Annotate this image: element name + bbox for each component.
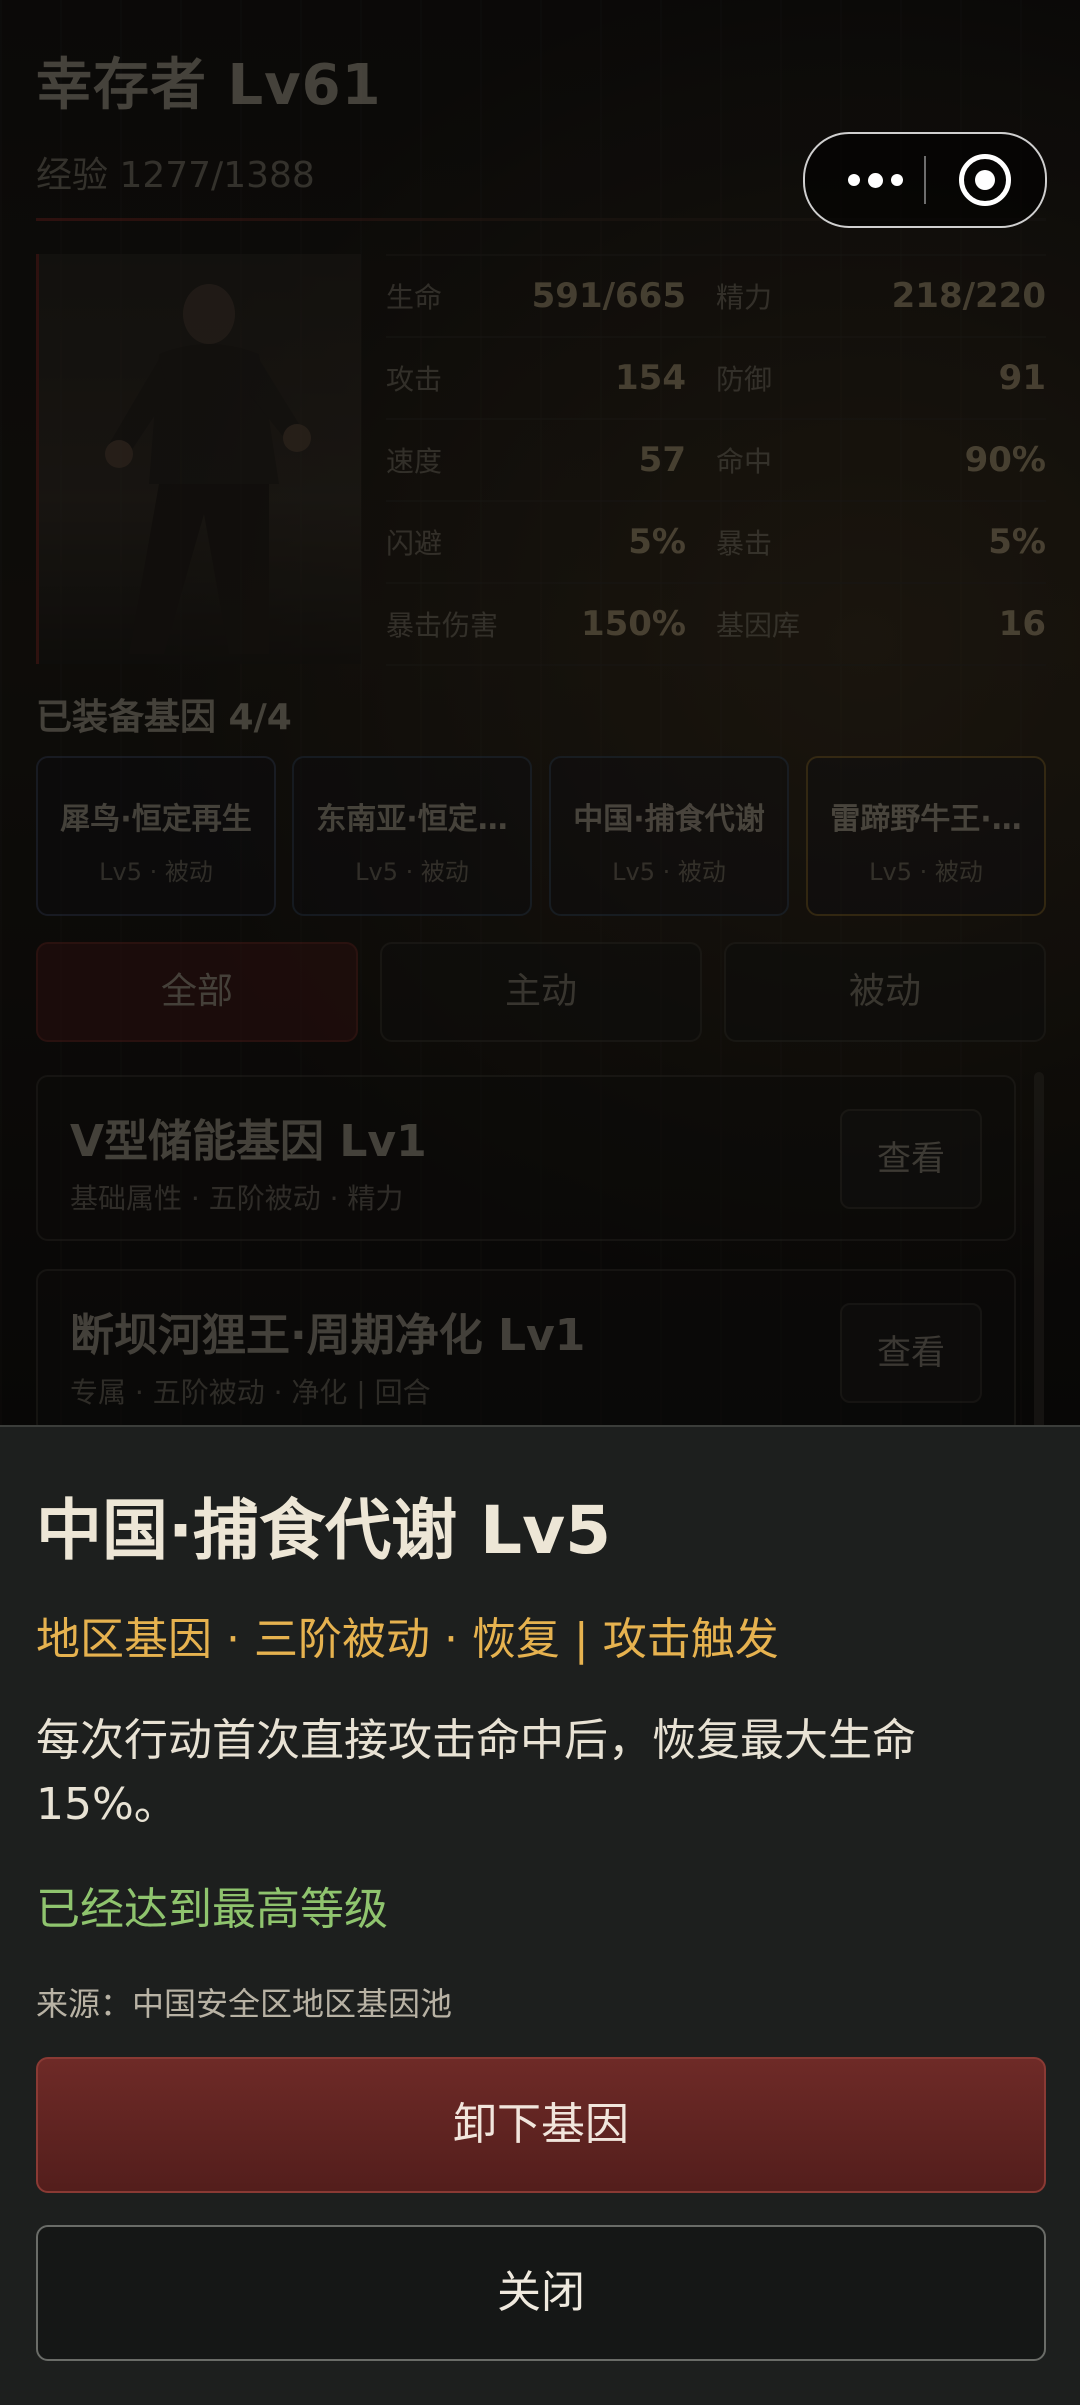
max-level-text: 已经达到最高等级 [36,1884,388,1935]
close-button[interactable]: 关闭 [36,2225,1046,2361]
unload-gene-button[interactable]: 卸下基因 [36,2057,1046,2193]
detail-description: 每次行动首次直接攻击命中后，恢复最大生命15%。 [36,1715,916,1830]
source-text: 来源：中国安全区地区基因池 [36,1985,453,2023]
capsule-divider [924,156,926,204]
detail-tags: 地区基因 · 三阶被动 · 恢复 | 攻击触发 [36,1614,779,1665]
mini-program-capsule [803,132,1047,228]
close-target-icon[interactable] [959,154,1011,206]
more-options-icon[interactable] [835,160,915,200]
gene-detail-sheet: 中国·捕食代谢 Lv5 地区基因 · 三阶被动 · 恢复 | 攻击触发 每次行动… [0,1425,1080,2405]
detail-title: 中国·捕食代谢 Lv5 [36,1492,612,1569]
